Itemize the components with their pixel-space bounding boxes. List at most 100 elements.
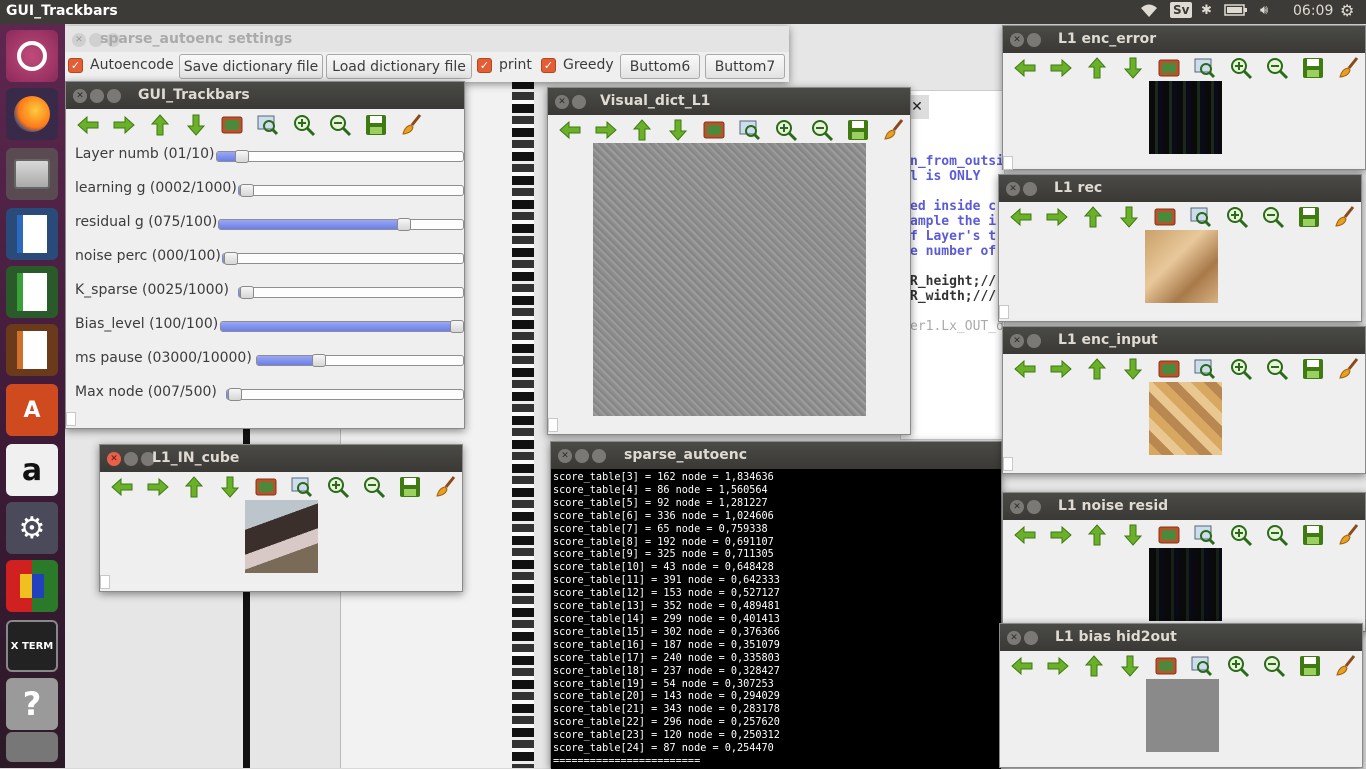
clock[interactable]: 06:09 [1293,3,1333,19]
autoencode-checkbox[interactable]: ✓ [68,58,83,73]
save-icon[interactable] [1299,522,1327,548]
trackbars-titlebar[interactable]: ✕ GUI_Trackbars [66,82,464,109]
help-icon[interactable]: ? [6,678,58,730]
arrow-down-icon[interactable] [1116,653,1144,679]
zoom-area-icon[interactable] [1191,356,1219,382]
arrow-left-icon[interactable] [1011,522,1039,548]
noise-resid-titlebar[interactable]: ✕ L1 noise resid [1003,493,1365,520]
greedy-checkbox[interactable]: ✓ [541,58,556,73]
l1-in-cube-titlebar[interactable]: ✕ L1_IN_cube [100,445,462,472]
trackbar-handle[interactable] [224,252,238,265]
arrow-right-icon[interactable] [144,474,172,500]
zoom-in-icon[interactable] [772,117,800,143]
enc-error-titlebar[interactable]: ✕ L1 enc_error [1003,26,1365,53]
brush-icon[interactable] [1331,204,1359,230]
trackbar-track[interactable] [222,252,464,265]
visual-dict-titlebar[interactable]: ✕ Visual_dict_L1 [548,88,910,115]
arrow-left-icon[interactable] [74,112,102,138]
minimize-icon[interactable] [1027,500,1041,514]
trackbar-track[interactable] [218,218,464,231]
zoom-out-icon[interactable] [1263,55,1291,81]
image-icon[interactable] [1152,653,1180,679]
arrow-right-icon[interactable] [1047,522,1075,548]
scrollbar-stub[interactable] [999,305,1009,319]
arrow-right-icon[interactable] [592,117,620,143]
save-icon[interactable] [1296,653,1324,679]
scrollbar-stub[interactable] [548,418,558,432]
bluetooth-icon[interactable]: ✱ [1201,3,1212,18]
arrow-down-icon[interactable] [1115,204,1143,230]
scrollbar-stub[interactable] [66,412,76,426]
save-icon[interactable] [1299,356,1327,382]
image-icon[interactable] [1151,204,1179,230]
arrow-right-icon[interactable] [1044,653,1072,679]
zoom-out-icon[interactable] [1260,653,1288,679]
save-icon[interactable] [396,474,424,500]
settings-titlebar[interactable]: ✕ sparse_autoenc settings [65,26,789,52]
maximize-icon[interactable] [107,89,121,103]
trackbar-handle[interactable] [396,218,411,231]
save-dictionary-button[interactable]: Save dictionary file [179,54,323,79]
volume-icon[interactable]: 🔊︎ [1260,3,1268,18]
arrow-right-icon[interactable] [110,112,138,138]
zoom-out-icon[interactable] [326,112,354,138]
image-icon[interactable] [252,474,280,500]
zoom-area-icon[interactable] [1187,204,1215,230]
arrow-up-icon[interactable] [1083,55,1111,81]
scrollbar-stub[interactable] [100,575,110,589]
buttom7-button[interactable]: Buttom7 [705,54,785,79]
trackbar-handle[interactable] [234,150,249,163]
arrow-right-icon[interactable] [1043,204,1071,230]
close-icon[interactable]: ✕ [558,449,572,463]
zoom-in-icon[interactable] [290,112,318,138]
minimize-icon[interactable] [1024,631,1038,645]
save-icon[interactable] [362,112,390,138]
load-dictionary-button[interactable]: Load dictionary file [326,54,472,79]
bias-hid2out-titlebar[interactable]: ✕ L1 bias hid2out [1000,624,1362,651]
zoom-area-icon[interactable] [1191,522,1219,548]
firefox-icon[interactable] [6,88,58,140]
close-icon[interactable]: ✕ [1006,182,1020,196]
zoom-in-icon[interactable] [1227,55,1255,81]
arrow-down-icon[interactable] [1119,55,1147,81]
zoom-out-icon[interactable] [1263,356,1291,382]
print-checkbox[interactable]: ✓ [477,58,492,73]
brush-icon[interactable] [1335,522,1363,548]
arrow-up-icon[interactable] [1083,356,1111,382]
brush-icon[interactable] [1335,356,1363,382]
arrow-right-icon[interactable] [1047,356,1075,382]
arrow-left-icon[interactable] [1011,55,1039,81]
trackbar-track[interactable] [226,388,464,401]
arrow-down-icon[interactable] [182,112,210,138]
battery-icon[interactable] [1224,3,1248,21]
image-icon[interactable] [1155,55,1183,81]
trackbar-handle[interactable] [240,286,254,299]
brush-icon[interactable] [1332,653,1360,679]
brush-icon[interactable] [1335,55,1363,81]
close-icon[interactable]: ✕ [555,95,569,109]
minimize-icon[interactable] [572,95,586,109]
zoom-area-icon[interactable] [288,474,316,500]
brush-icon[interactable] [880,117,908,143]
settings-gear-icon[interactable]: ⚙ [1340,1,1354,20]
zoom-in-icon[interactable] [324,474,352,500]
enc-input-titlebar[interactable]: ✕ L1 enc_input [1003,327,1365,354]
save-icon[interactable] [1295,204,1323,230]
libreoffice-calc-icon[interactable] [6,266,58,318]
maximize-icon[interactable] [592,449,606,463]
brush-icon[interactable] [398,112,426,138]
close-icon[interactable]: ✕ [72,33,86,47]
trash-icon[interactable] [6,732,58,762]
wifi-icon[interactable] [1140,3,1158,23]
rec-titlebar[interactable]: ✕ L1 rec [999,175,1361,202]
minimize-icon[interactable] [1023,182,1037,196]
arrow-up-icon[interactable] [1079,204,1107,230]
arrow-down-icon[interactable] [1119,356,1147,382]
zoom-area-icon[interactable] [736,117,764,143]
ubuntu-dash-icon[interactable] [6,30,58,82]
arrow-right-icon[interactable] [1047,55,1075,81]
minimize-icon[interactable] [90,89,104,103]
zoom-out-icon[interactable] [360,474,388,500]
arrow-left-icon[interactable] [556,117,584,143]
arrow-down-icon[interactable] [664,117,692,143]
